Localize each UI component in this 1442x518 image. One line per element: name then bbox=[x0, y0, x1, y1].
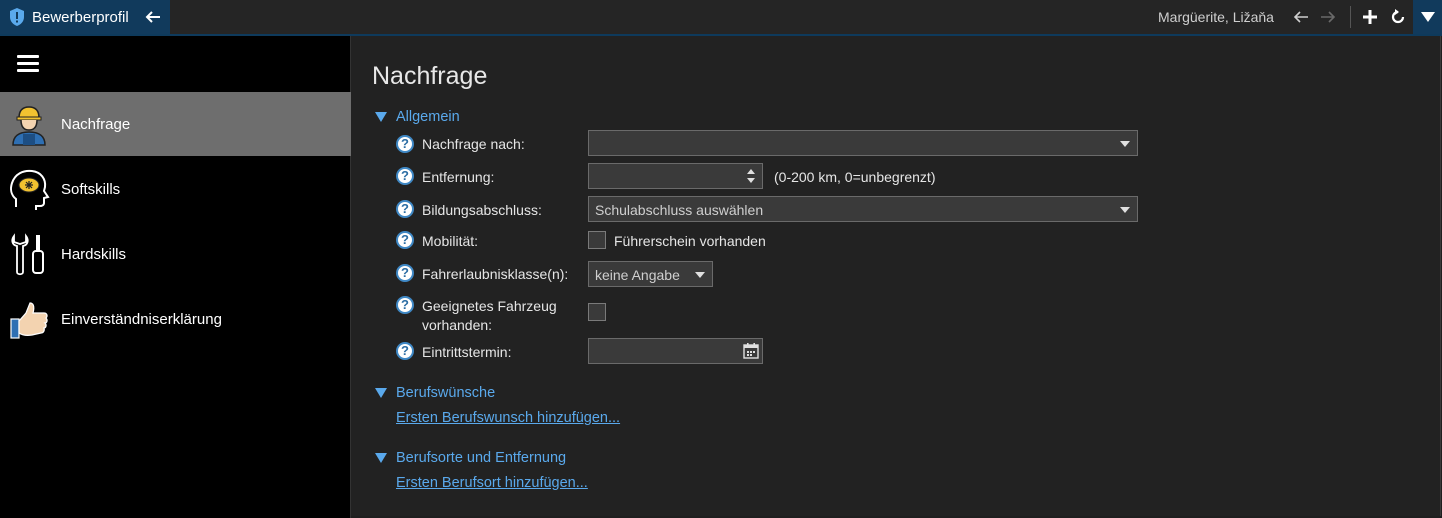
sidebar-item-einverstaendniserklaerung[interactable]: Einverständniserklärung bbox=[0, 287, 351, 351]
section-title: Berufswünsche bbox=[396, 385, 496, 401]
bildungsabschluss-dropdown[interactable]: Schulabschluss auswählen bbox=[588, 196, 1138, 222]
field-label: Eintrittstermin: bbox=[422, 344, 512, 360]
collapse-triangle-icon[interactable] bbox=[375, 388, 387, 398]
sidebar: Nachfrage Softskills Hardskills Einverst… bbox=[0, 36, 351, 518]
page-title: Nachfrage bbox=[372, 62, 488, 90]
sidebar-item-label: Softskills bbox=[61, 180, 121, 198]
calendar-icon[interactable] bbox=[742, 342, 760, 360]
add-berufswunsch-link[interactable]: Ersten Berufswunsch hinzufügen... bbox=[396, 410, 620, 426]
eintrittstermin-datepicker[interactable] bbox=[588, 338, 763, 364]
history-back-icon[interactable] bbox=[1292, 8, 1310, 26]
field-label: Geeignetes Fahrzeug bbox=[422, 298, 557, 314]
help-icon[interactable]: ? bbox=[396, 296, 414, 314]
chevron-down-icon bbox=[695, 272, 705, 278]
sidebar-item-nachfrage[interactable]: Nachfrage bbox=[0, 92, 351, 156]
help-icon[interactable]: ? bbox=[396, 264, 414, 282]
app-title: Bewerberprofil bbox=[32, 8, 129, 26]
sidebar-item-label: Hardskills bbox=[61, 245, 127, 263]
checkbox-label[interactable]: Führerschein vorhanden bbox=[614, 233, 766, 249]
hamburger-menu-icon[interactable] bbox=[17, 55, 39, 73]
title-bar: Bewerberprofil Margüerite, Ližaňa bbox=[0, 0, 1442, 36]
tools-icon bbox=[11, 233, 44, 276]
sidebar-item-softskills[interactable]: Softskills bbox=[0, 157, 351, 221]
add-icon[interactable] bbox=[1361, 8, 1379, 26]
fahrzeug-checkbox[interactable] bbox=[588, 303, 606, 321]
collapse-triangle-icon[interactable] bbox=[375, 453, 387, 463]
field-label: Fahrerlaubnisklasse(n): bbox=[422, 266, 569, 282]
field-label: Bildungsabschluss: bbox=[422, 202, 542, 218]
collapse-triangle-icon[interactable] bbox=[375, 112, 387, 122]
chevron-down-icon bbox=[1120, 207, 1130, 213]
section-title: Berufsorte und Entfernung bbox=[396, 450, 567, 466]
sidebar-item-label: Einverständniserklärung bbox=[61, 310, 222, 328]
chevron-down-icon bbox=[1420, 12, 1435, 22]
worker-icon bbox=[12, 106, 46, 146]
thumbs-up-icon bbox=[10, 302, 48, 339]
field-label: Mobilität: bbox=[422, 233, 479, 249]
section-header-allgemein[interactable]: Allgemein bbox=[375, 109, 460, 125]
back-arrow-icon[interactable] bbox=[144, 8, 162, 26]
chevron-down-icon bbox=[1120, 141, 1130, 147]
help-icon[interactable]: ? bbox=[396, 135, 414, 153]
field-label: Entfernung: bbox=[422, 169, 495, 185]
help-icon[interactable]: ? bbox=[396, 167, 414, 185]
section-header-berufsorte[interactable]: Berufsorte und Entfernung bbox=[375, 450, 566, 466]
entfernung-spinner[interactable] bbox=[588, 163, 763, 189]
help-icon[interactable]: ? bbox=[396, 342, 414, 360]
help-icon[interactable]: ? bbox=[396, 231, 414, 249]
head-brain-icon bbox=[10, 169, 50, 210]
sidebar-item-hardskills[interactable]: Hardskills bbox=[0, 222, 351, 286]
menu-dropdown-button[interactable] bbox=[1413, 0, 1442, 34]
section-header-berufswuensche[interactable]: Berufswünsche bbox=[375, 385, 495, 401]
add-berufsort-link[interactable]: Ersten Berufsort hinzufügen... bbox=[396, 475, 588, 491]
field-label: Nachfrage nach: bbox=[422, 136, 525, 152]
nachfrage-nach-dropdown[interactable] bbox=[588, 130, 1138, 156]
help-icon[interactable]: ? bbox=[396, 200, 414, 218]
shield-icon bbox=[10, 8, 24, 26]
history-forward-icon[interactable] bbox=[1319, 8, 1337, 26]
main-content: Nachfrage Allgemein ? Nachfrage nach: ? … bbox=[351, 36, 1441, 516]
sidebar-item-label: Nachfrage bbox=[61, 115, 131, 133]
fuehrerschein-checkbox[interactable] bbox=[588, 231, 606, 249]
refresh-icon[interactable] bbox=[1389, 8, 1407, 26]
section-title: Allgemein bbox=[396, 109, 460, 125]
spinner-arrows-icon[interactable] bbox=[746, 167, 756, 185]
user-name: Margüerite, Ližaňa bbox=[1158, 9, 1274, 25]
entfernung-hint: (0-200 km, 0=unbegrenzt) bbox=[774, 169, 936, 185]
fahrerlaubnisklasse-dropdown[interactable]: keine Angabe bbox=[588, 261, 713, 287]
toolbar-separator bbox=[1350, 6, 1351, 28]
field-label: vorhanden: bbox=[422, 317, 493, 333]
